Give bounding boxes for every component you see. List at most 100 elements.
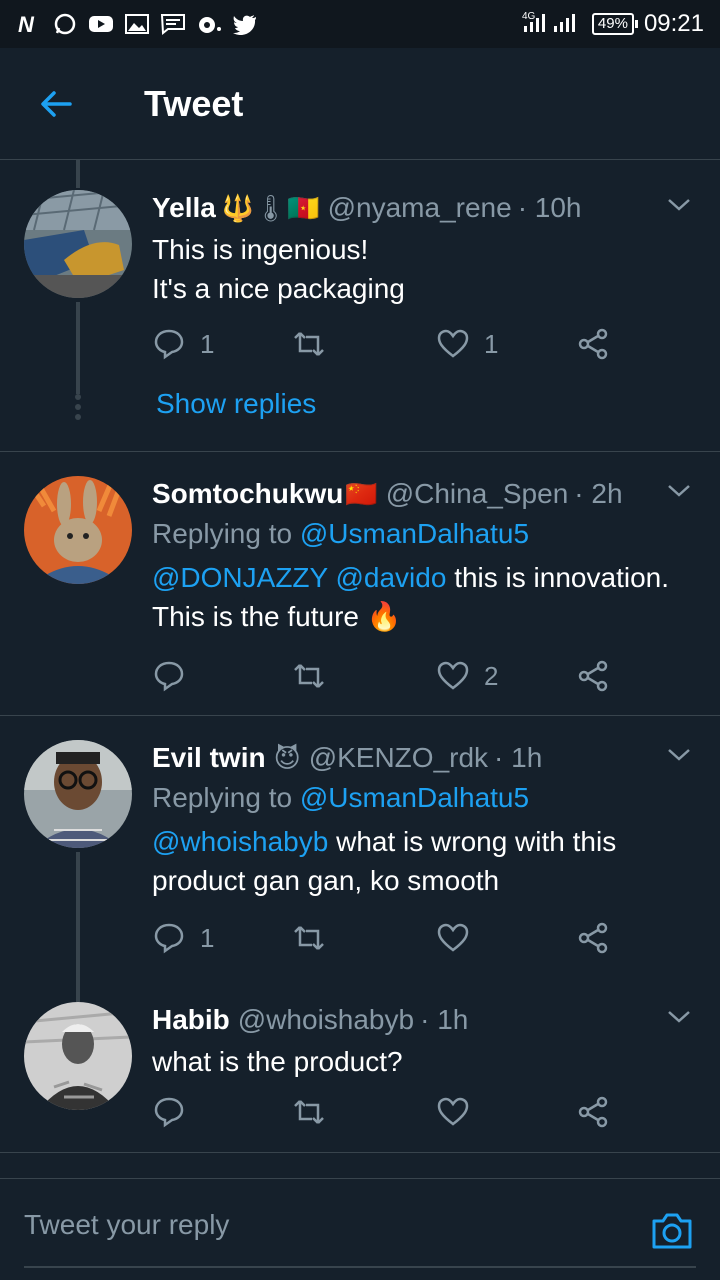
tweet-habib[interactable]: Habib @whoishabyb · 1h what is the produ… xyxy=(0,1002,720,1152)
tweet-text-line: It's a nice packaging xyxy=(152,273,405,304)
like-button[interactable]: 1 xyxy=(436,322,498,366)
author-name[interactable]: Evil twin xyxy=(152,742,266,774)
share-icon xyxy=(578,922,608,954)
page-title: Tweet xyxy=(144,82,244,124)
reply-underline xyxy=(24,1266,696,1268)
reply-button[interactable]: 1 xyxy=(152,916,214,960)
replying-to-label: Replying to xyxy=(152,782,293,813)
chevron-down-icon xyxy=(668,749,690,761)
avatar[interactable] xyxy=(24,476,132,584)
retweet-button[interactable] xyxy=(292,322,326,366)
author-name[interactable]: Yella xyxy=(152,192,216,224)
network-type: 4G xyxy=(522,11,536,22)
battery-indicator: 49% xyxy=(591,13,638,35)
retweet-button[interactable] xyxy=(292,916,326,960)
divider xyxy=(0,451,720,452)
reply-icon xyxy=(154,1097,184,1128)
system-status: 4G 49% 09:21 xyxy=(522,10,704,39)
mention-link[interactable]: @DONJAZZY xyxy=(152,562,328,593)
avatar[interactable] xyxy=(24,740,132,848)
tweet-time: · 1h xyxy=(420,1004,469,1035)
signal-icon: 4G xyxy=(522,10,582,39)
tweet-text-line: product gan gan, ko smooth xyxy=(152,865,500,896)
music-icon xyxy=(196,13,222,35)
clock: 09:21 xyxy=(643,10,704,37)
thread-line xyxy=(76,852,80,1002)
reply-icon xyxy=(154,923,184,954)
name-emojis: 🇨🇳 xyxy=(345,478,378,509)
tweet-actions: 1 xyxy=(152,916,632,960)
reply-icon xyxy=(154,329,184,360)
retweet-icon xyxy=(294,926,324,950)
tweet-text-line: this is innovation. xyxy=(454,562,669,593)
retweet-button[interactable] xyxy=(292,654,326,698)
tweet-text: @DONJAZZY @davido this is innovation. Th… xyxy=(152,558,700,636)
author-name[interactable]: Somtochukwu xyxy=(152,478,343,510)
show-replies-link[interactable]: Show replies xyxy=(156,388,316,420)
share-button[interactable] xyxy=(576,322,610,366)
tweet-meta: Habib @whoishabyb · 1h xyxy=(152,1002,700,1038)
avatar[interactable] xyxy=(24,1002,132,1110)
whatsapp-icon xyxy=(52,13,78,35)
retweet-icon xyxy=(294,664,324,688)
tweet-text-line: This is ingenious! xyxy=(152,234,369,265)
tweet-text-line: This is the future 🔥 xyxy=(152,601,402,632)
netflix-n-icon: N xyxy=(16,13,42,35)
thread-line xyxy=(76,160,80,188)
tweet-time: · 2h xyxy=(574,478,623,509)
author-handle[interactable]: @China_Spen xyxy=(386,478,569,510)
reply-button[interactable]: 1 xyxy=(152,322,214,366)
retweet-button[interactable] xyxy=(292,1090,326,1134)
arrow-left-icon xyxy=(41,90,72,117)
reply-icon xyxy=(154,661,184,692)
twitter-icon xyxy=(232,13,258,35)
like-button[interactable] xyxy=(436,1090,470,1134)
tweet-menu-button[interactable] xyxy=(664,1002,700,1038)
tweet-menu-button[interactable] xyxy=(664,190,700,226)
reply-button[interactable] xyxy=(152,1090,186,1134)
tweet-meta: Evil twin 😈 @KENZO_rdk · 1h xyxy=(152,740,700,776)
tweet-menu-button[interactable] xyxy=(664,740,700,776)
name-emojis: 😈 xyxy=(273,742,301,773)
like-button[interactable]: 2 xyxy=(436,654,498,698)
heart-icon xyxy=(437,661,469,690)
name-emojis: 🔱🌡🇨🇲 xyxy=(221,192,320,223)
camera-button[interactable] xyxy=(648,1207,696,1255)
back-button[interactable] xyxy=(0,48,112,160)
author-handle[interactable]: @nyama_rene xyxy=(328,192,512,224)
share-button[interactable] xyxy=(576,916,610,960)
replying-to-handle[interactable]: @UsmanDalhatu5 xyxy=(300,518,529,549)
tweet-evil-twin[interactable]: Evil twin 😈 @KENZO_rdk · 1h Replying to … xyxy=(0,740,720,1002)
heart-icon xyxy=(437,329,469,358)
replying-to-handle[interactable]: @UsmanDalhatu5 xyxy=(300,782,529,813)
reply-input[interactable]: Tweet your reply xyxy=(24,1209,229,1241)
mention-link[interactable]: @whoishabyb xyxy=(152,826,328,857)
tweet-body: Somtochukwu 🇨🇳 @China_Spen · 2h Replying… xyxy=(152,476,700,636)
like-button[interactable] xyxy=(436,916,470,960)
avatar[interactable] xyxy=(24,190,132,298)
author-handle[interactable]: @KENZO_rdk xyxy=(309,742,488,774)
thread-dots xyxy=(75,394,81,424)
tweet-body: Evil twin 😈 @KENZO_rdk · 1h Replying to … xyxy=(152,740,700,900)
divider xyxy=(0,1152,720,1153)
author-handle[interactable]: @whoishabyb xyxy=(238,1004,414,1036)
tweet-somtochukwu[interactable]: Somtochukwu 🇨🇳 @China_Spen · 2h Replying… xyxy=(0,476,720,714)
tweet-yella[interactable]: Yella 🔱🌡🇨🇲 @nyama_rene · 10h This is ing… xyxy=(0,190,720,450)
chevron-down-icon xyxy=(668,199,690,211)
chevron-down-icon xyxy=(668,1011,690,1023)
tweet-text: This is ingenious! It's a nice packaging xyxy=(152,230,700,308)
tweet-menu-button[interactable] xyxy=(664,476,700,512)
tweet-meta: Yella 🔱🌡🇨🇲 @nyama_rene · 10h xyxy=(152,190,700,226)
reply-count: 1 xyxy=(200,922,215,953)
share-icon xyxy=(578,660,608,692)
reply-button[interactable] xyxy=(152,654,186,698)
like-count: 1 xyxy=(484,328,499,359)
like-count: 2 xyxy=(484,660,499,691)
share-button[interactable] xyxy=(576,1090,610,1134)
mention-link[interactable]: @davido xyxy=(335,562,446,593)
tweet-body: Habib @whoishabyb · 1h what is the produ… xyxy=(152,1002,700,1081)
reply-composer: Tweet your reply xyxy=(0,1178,720,1280)
share-button[interactable] xyxy=(576,654,610,698)
author-name[interactable]: Habib xyxy=(152,1004,230,1036)
thread-line xyxy=(76,302,80,394)
